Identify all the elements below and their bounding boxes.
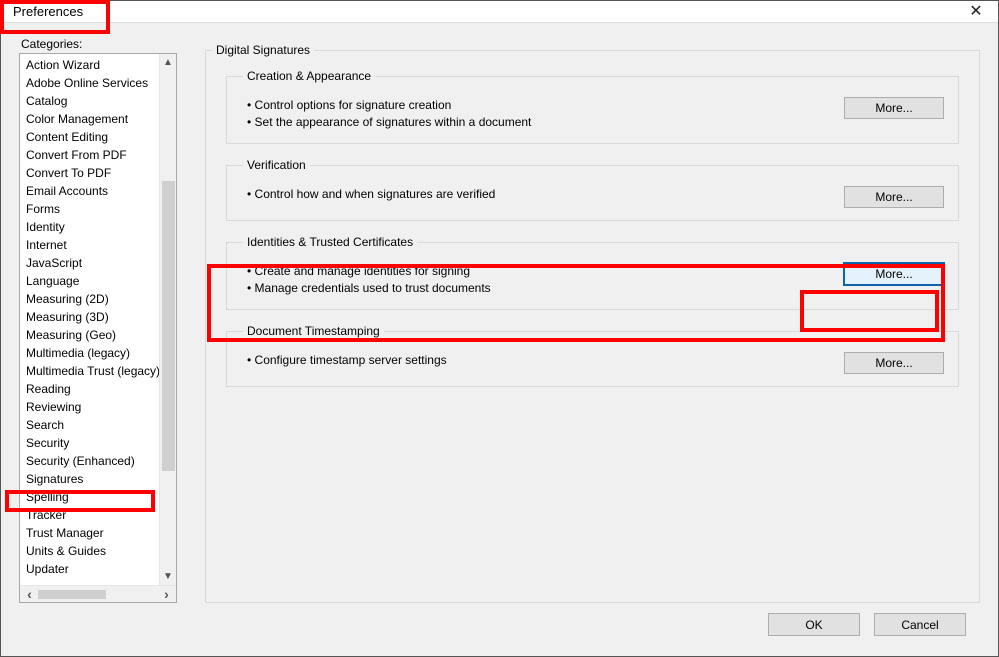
scroll-track[interactable]: [160, 71, 177, 568]
section-bullets: Create and manage identities for signing…: [247, 263, 491, 297]
category-item[interactable]: Measuring (2D): [20, 290, 159, 308]
category-item[interactable]: Search: [20, 416, 159, 434]
bullet-text: Create and manage identities for signing: [247, 263, 491, 280]
panel-title: Digital Signatures: [212, 43, 314, 57]
titlebar: Preferences ✕: [1, 1, 998, 23]
digital-signatures-group: Digital Signatures Creation & Appearance…: [205, 43, 980, 603]
scroll-left-icon[interactable]: ‹: [21, 587, 38, 602]
horizontal-scrollbar[interactable]: ‹ ›: [20, 585, 176, 602]
category-item[interactable]: Trust Manager: [20, 524, 159, 542]
category-item[interactable]: Identity: [20, 218, 159, 236]
section-bullets: Configure timestamp server settings: [247, 352, 447, 369]
categories-column: Categories: Action WizardAdobe Online Se…: [19, 37, 177, 603]
category-item[interactable]: Email Accounts: [20, 182, 159, 200]
category-item[interactable]: Units & Guides: [20, 542, 159, 560]
more-button[interactable]: More...: [844, 97, 944, 119]
section-verification: Verification Control how and when signatu…: [226, 158, 959, 221]
category-item[interactable]: Security (Enhanced): [20, 452, 159, 470]
section-title: Identities & Trusted Certificates: [243, 235, 417, 249]
bullet-text: Configure timestamp server settings: [247, 352, 447, 369]
section-bullets: Control options for signature creationSe…: [247, 97, 531, 131]
bullet-text: Control how and when signatures are veri…: [247, 186, 495, 203]
category-item[interactable]: Color Management: [20, 110, 159, 128]
category-item[interactable]: Measuring (Geo): [20, 326, 159, 344]
category-item[interactable]: Reading: [20, 380, 159, 398]
vertical-scrollbar[interactable]: ▲ ▼: [159, 54, 176, 585]
section-title: Creation & Appearance: [243, 69, 375, 83]
section-identities-trusted-certificates: Identities & Trusted Certificates Create …: [226, 235, 959, 310]
category-item[interactable]: Measuring (3D): [20, 308, 159, 326]
category-item[interactable]: Updater: [20, 560, 159, 578]
more-button[interactable]: More...: [844, 263, 944, 285]
category-item[interactable]: Action Wizard: [20, 56, 159, 74]
categories-listbox[interactable]: Action WizardAdobe Online ServicesCatalo…: [19, 53, 177, 603]
dialog-body: Categories: Action WizardAdobe Online Se…: [1, 23, 998, 656]
category-item[interactable]: Reviewing: [20, 398, 159, 416]
category-item[interactable]: Content Editing: [20, 128, 159, 146]
category-item[interactable]: Multimedia (legacy): [20, 344, 159, 362]
category-item[interactable]: Forms: [20, 200, 159, 218]
more-button[interactable]: More...: [844, 186, 944, 208]
preferences-dialog: Preferences ✕ Categories: Action WizardA…: [0, 0, 999, 657]
section-title: Document Timestamping: [243, 324, 384, 338]
category-item[interactable]: Multimedia Trust (legacy): [20, 362, 159, 380]
category-item[interactable]: Catalog: [20, 92, 159, 110]
section-creation-appearance: Creation & Appearance Control options for…: [226, 69, 959, 144]
section-title: Verification: [243, 158, 310, 172]
bullet-text: Manage credentials used to trust documen…: [247, 280, 491, 297]
category-item[interactable]: Internet: [20, 236, 159, 254]
bullet-text: Set the appearance of signatures within …: [247, 114, 531, 131]
more-button[interactable]: More...: [844, 352, 944, 374]
hscroll-thumb[interactable]: [38, 590, 106, 599]
category-item[interactable]: Convert To PDF: [20, 164, 159, 182]
section-document-timestamping: Document Timestamping Configure timestamp…: [226, 324, 959, 387]
category-item[interactable]: JavaScript: [20, 254, 159, 272]
category-item[interactable]: Signatures: [20, 470, 159, 488]
scroll-down-icon[interactable]: ▼: [160, 568, 177, 585]
category-item[interactable]: Spelling: [20, 488, 159, 506]
scroll-up-icon[interactable]: ▲: [160, 54, 177, 71]
close-icon[interactable]: ✕: [964, 4, 988, 20]
cancel-button[interactable]: Cancel: [874, 613, 966, 636]
category-item[interactable]: Language: [20, 272, 159, 290]
window-title: Preferences: [9, 2, 87, 21]
hscroll-track[interactable]: [38, 588, 158, 601]
category-item[interactable]: Convert From PDF: [20, 146, 159, 164]
settings-panel: Digital Signatures Creation & Appearance…: [205, 37, 980, 603]
ok-button[interactable]: OK: [768, 613, 860, 636]
dialog-footer: OK Cancel: [19, 603, 980, 642]
category-item[interactable]: Tracker: [20, 506, 159, 524]
bullet-text: Control options for signature creation: [247, 97, 531, 114]
main-row: Categories: Action WizardAdobe Online Se…: [19, 37, 980, 603]
scroll-thumb[interactable]: [162, 181, 175, 471]
scroll-right-icon[interactable]: ›: [158, 587, 175, 602]
category-item[interactable]: Adobe Online Services: [20, 74, 159, 92]
category-item[interactable]: Security: [20, 434, 159, 452]
section-bullets: Control how and when signatures are veri…: [247, 186, 495, 203]
categories-label: Categories:: [19, 37, 177, 51]
